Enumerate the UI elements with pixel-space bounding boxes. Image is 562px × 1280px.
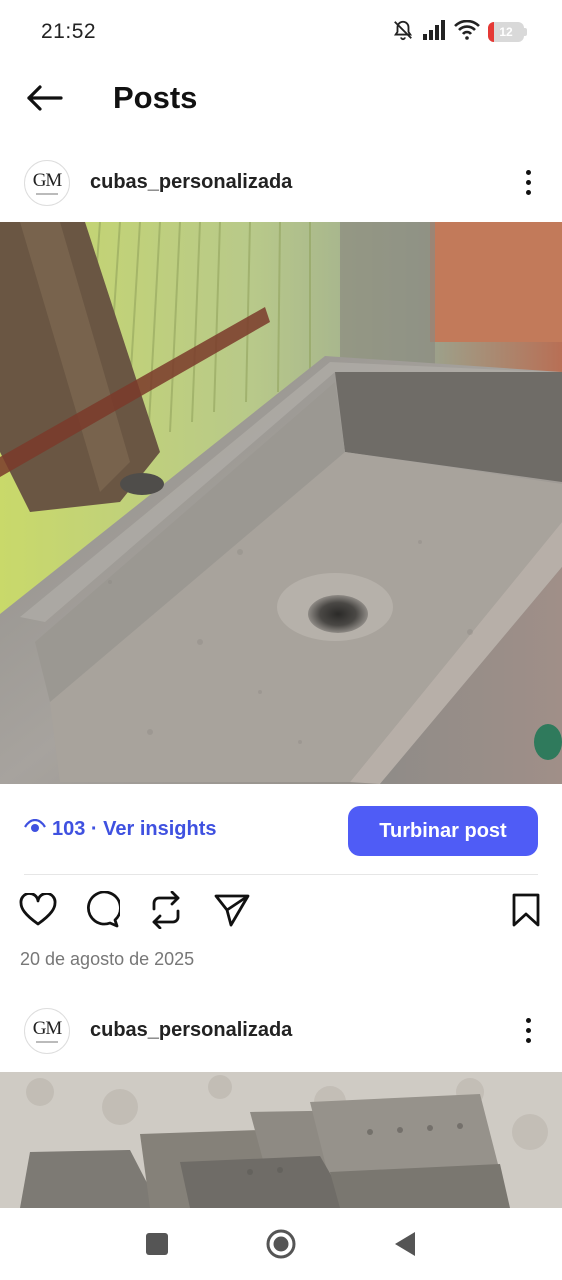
- comment-button[interactable]: [81, 890, 122, 934]
- app-header: Posts: [0, 64, 562, 134]
- insights-link[interactable]: 103 · Ver insights: [24, 818, 217, 841]
- post-actions: [0, 886, 562, 938]
- back-button[interactable]: [22, 80, 66, 120]
- avatar-underline: [36, 193, 58, 195]
- save-button[interactable]: [506, 892, 546, 932]
- circle-icon: [265, 1228, 297, 1265]
- square-icon: [145, 1232, 169, 1261]
- more-options-button[interactable]: [514, 164, 542, 200]
- post-date: 20 de agosto de 2025: [20, 949, 195, 969]
- page-title: Posts: [113, 80, 198, 115]
- share-icon: [213, 892, 251, 933]
- recents-button[interactable]: [137, 1226, 177, 1266]
- avatar-text: GM: [32, 170, 63, 191]
- post-image[interactable]: [0, 222, 562, 784]
- username[interactable]: cubas_personalizada: [90, 171, 292, 194]
- comment-icon: [82, 890, 122, 934]
- back-arrow-icon: [25, 84, 63, 117]
- status-time: 21:52: [41, 20, 97, 43]
- avatar[interactable]: GM: [24, 160, 70, 206]
- repost-button[interactable]: [146, 890, 186, 934]
- battery-icon: 12: [488, 22, 527, 42]
- bookmark-icon: [511, 893, 541, 932]
- eye-icon: [24, 818, 46, 841]
- insights-row: 103 · Ver insights Turbinar post: [0, 800, 562, 862]
- triangle-back-icon: [393, 1230, 417, 1263]
- boost-post-button[interactable]: Turbinar post: [348, 806, 538, 856]
- status-bar: 21:52 12: [0, 0, 562, 64]
- repost-icon: [148, 890, 184, 934]
- avatar-text: GM: [32, 1018, 63, 1039]
- username[interactable]: cubas_personalizada: [90, 1019, 292, 1042]
- post-header: GM cubas_personalizada: [0, 998, 562, 1062]
- avatar[interactable]: GM: [24, 1008, 70, 1054]
- insights-text: 103 · Ver insights: [52, 818, 217, 840]
- post-image[interactable]: [0, 1072, 562, 1208]
- share-button[interactable]: [212, 892, 252, 932]
- avatar-underline: [36, 1041, 58, 1043]
- status-icons: 12: [392, 19, 527, 46]
- home-button[interactable]: [261, 1226, 301, 1266]
- signal-icon: [422, 19, 446, 45]
- wifi-icon: [454, 19, 480, 45]
- bell-off-icon: [392, 19, 414, 46]
- more-options-button[interactable]: [514, 1012, 542, 1048]
- like-button[interactable]: [18, 891, 58, 932]
- back-nav-button[interactable]: [385, 1226, 425, 1266]
- post-header: GM cubas_personalizada: [0, 150, 562, 214]
- heart-icon: [19, 891, 57, 932]
- divider: [24, 874, 538, 875]
- system-nav-bar: [0, 1208, 562, 1280]
